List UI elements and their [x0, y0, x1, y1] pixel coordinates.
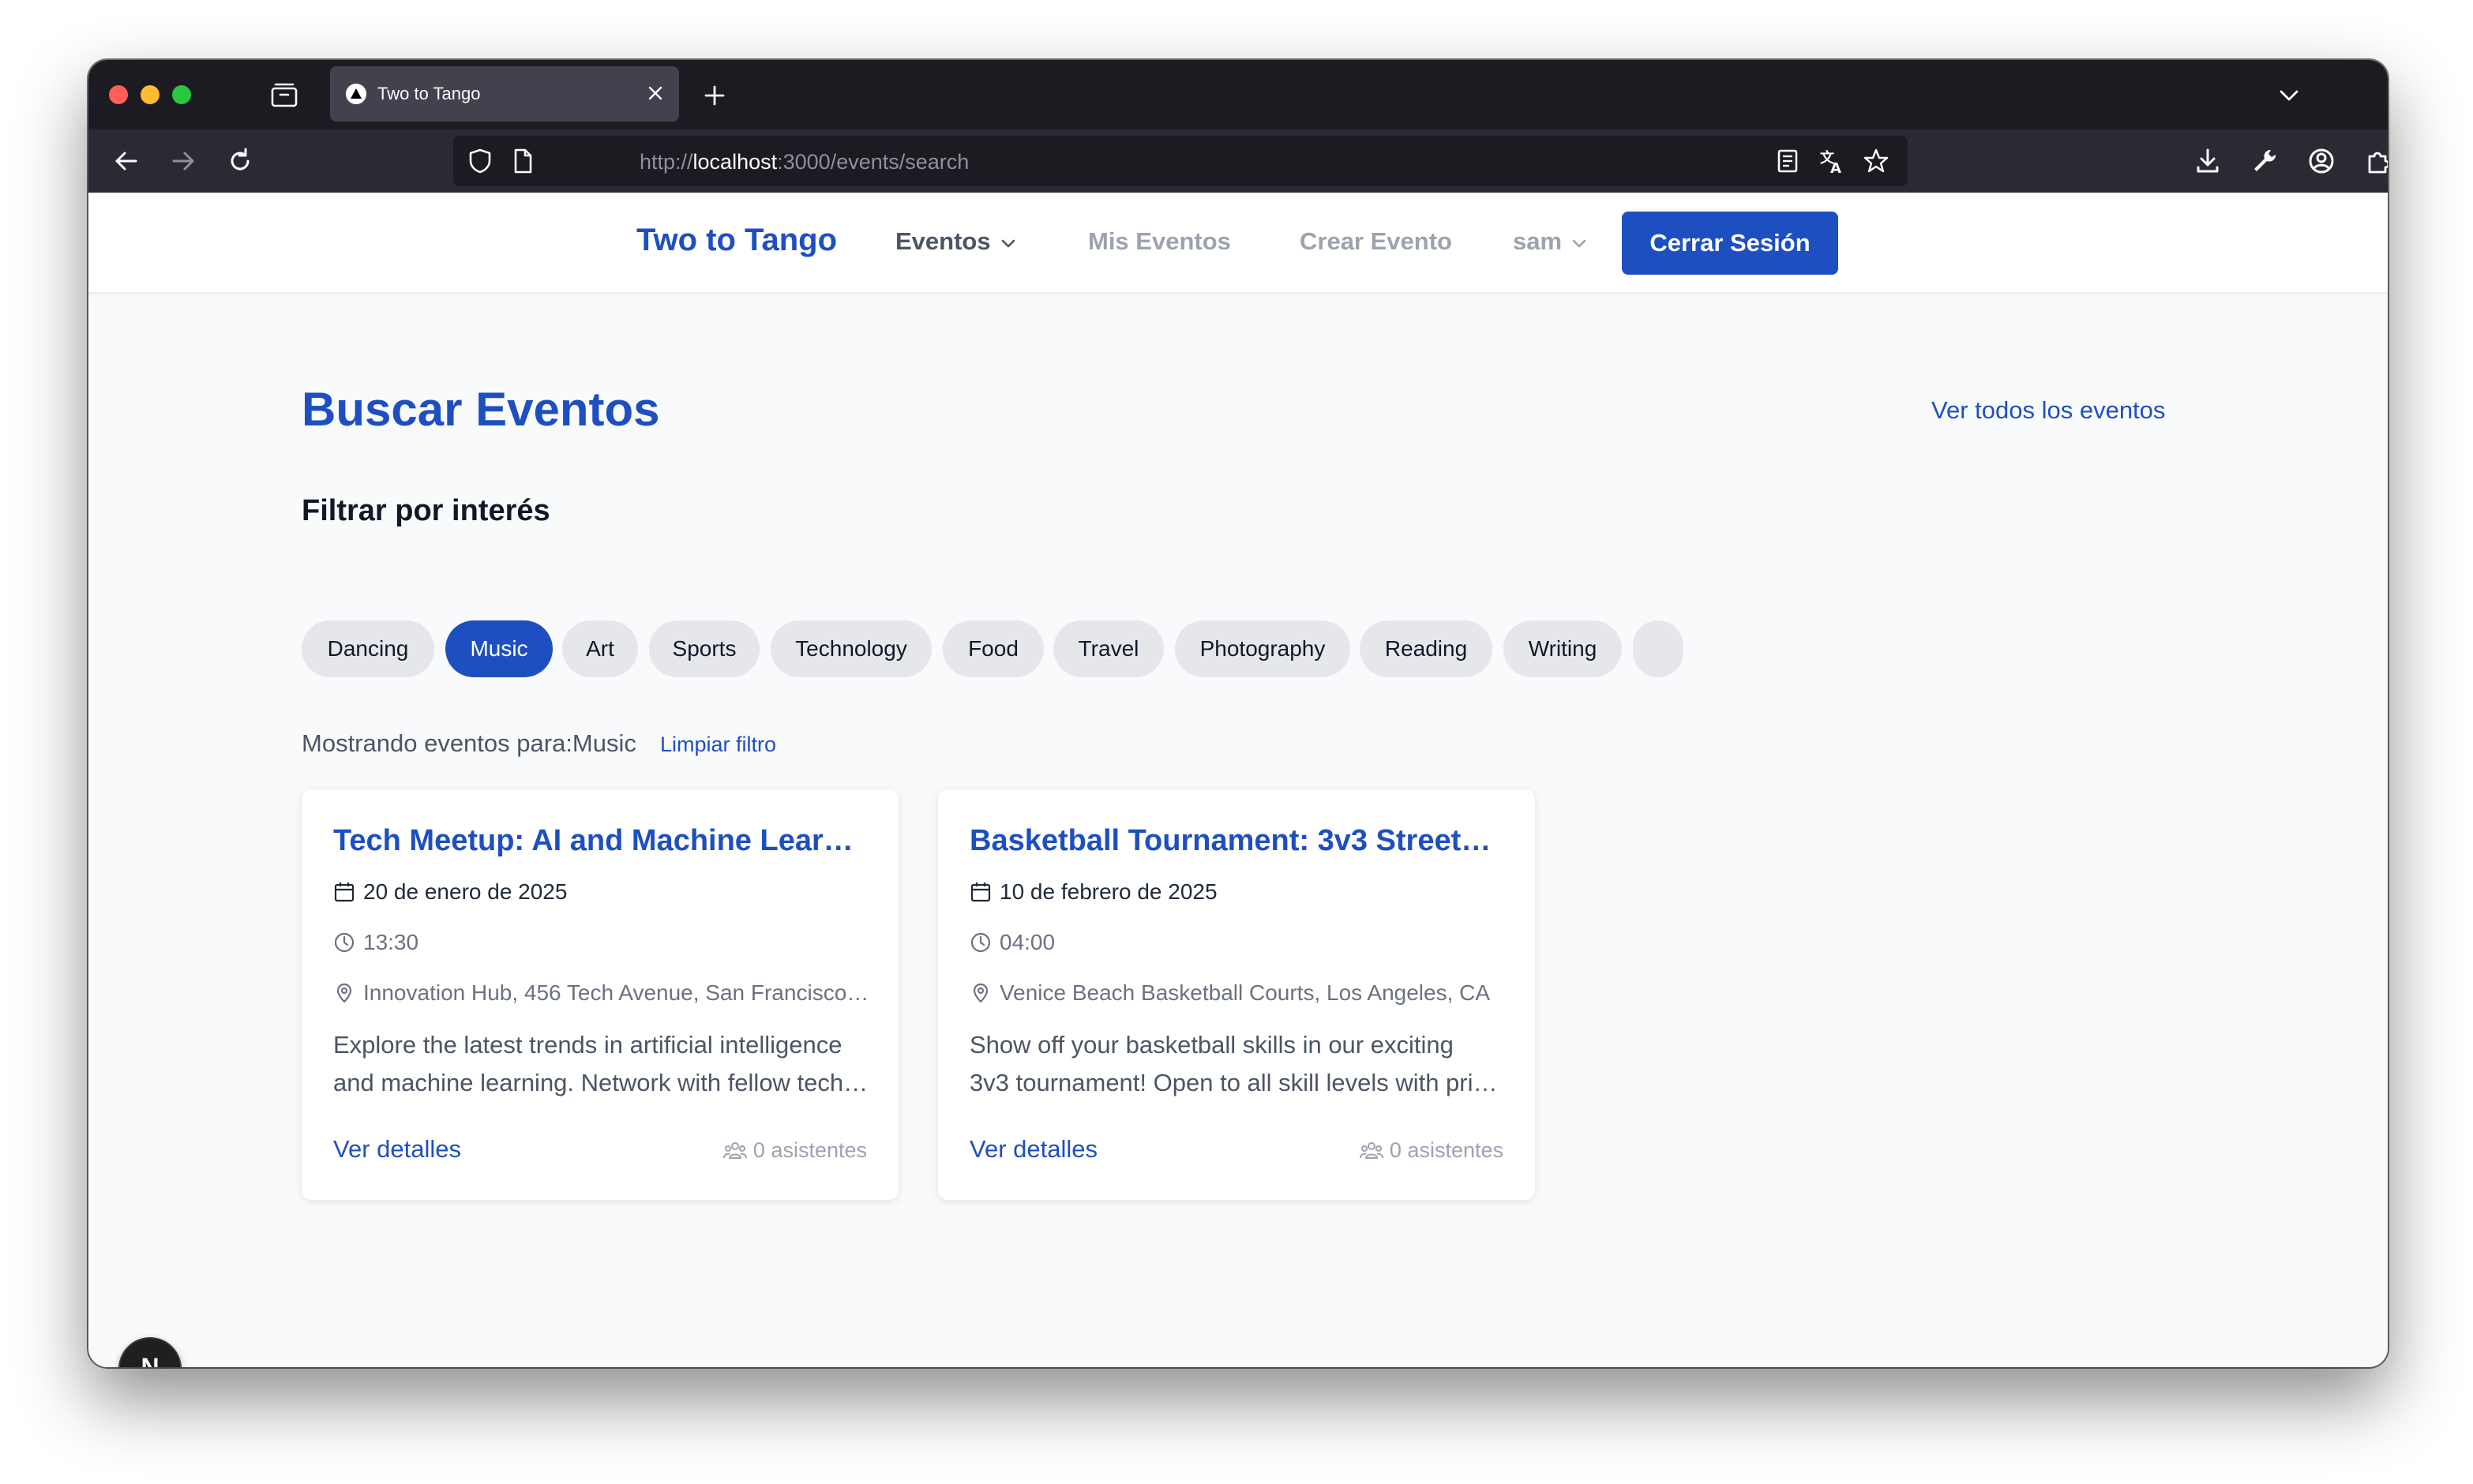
chip-music[interactable]: Music — [445, 620, 553, 677]
translate-icon[interactable]: 文 A — [1818, 147, 1846, 175]
event-date: 20 de enero de 2025 — [333, 879, 567, 905]
event-location: Venice Beach Basketball Courts, Los Ange… — [970, 980, 1507, 1006]
browser-window: Two to Tango http://localhost:3000/event… — [88, 60, 2388, 1367]
filter-status-text: Mostrando eventos para:Music — [302, 729, 636, 757]
event-date-text: 20 de enero de 2025 — [363, 879, 568, 904]
calendar-icon — [970, 882, 991, 901]
browser-titlebar: Two to Tango — [88, 60, 2388, 129]
event-location: Innovation Hub, 456 Tech Avenue, San Fra… — [333, 980, 870, 1006]
event-date: 10 de febrero de 2025 — [970, 879, 1218, 905]
event-title-link[interactable]: Basketball Tournament: 3v3 Streetball — [970, 824, 1507, 858]
clear-filter-link[interactable]: Limpiar filtro — [660, 733, 776, 757]
brand-logo-link[interactable]: Two to Tango — [636, 223, 837, 258]
event-card: Basketball Tournament: 3v3 Streetball 10… — [938, 789, 1535, 1200]
close-window-button[interactable] — [109, 85, 128, 104]
attendee-count: 0 asistentes — [1359, 1138, 1503, 1163]
event-time: 13:30 — [333, 930, 418, 955]
nav-events-label: Eventos — [895, 227, 991, 255]
url-text[interactable]: http://localhost:3000/events/search — [640, 150, 969, 174]
tab-manager-icon[interactable] — [270, 82, 298, 109]
logout-button[interactable]: Cerrar Sesión — [1622, 212, 1838, 275]
reader-view-icon[interactable] — [1773, 147, 1802, 175]
event-description-line: Explore the latest trends in artificial … — [333, 1031, 842, 1059]
users-icon — [722, 1141, 747, 1159]
event-description-line: and machine learning. Network with fello… — [333, 1069, 870, 1096]
chip-travel[interactable]: Travel — [1053, 620, 1164, 677]
view-details-link[interactable]: Ver detalles — [970, 1135, 1098, 1164]
chip-food[interactable]: Food — [943, 620, 1044, 677]
map-pin-icon — [973, 983, 989, 1003]
attendee-count-text: 0 asistentes — [1389, 1138, 1503, 1162]
chip-reading[interactable]: Reading — [1360, 620, 1492, 677]
event-time-text: 04:00 — [1000, 930, 1056, 954]
wrench-icon[interactable] — [2249, 145, 2280, 177]
attendee-count-text: 0 asistentes — [752, 1138, 867, 1162]
chip-dancing[interactable]: Dancing — [302, 620, 434, 677]
shield-icon[interactable] — [466, 147, 494, 175]
view-all-events-link[interactable]: Ver todos los eventos — [1931, 396, 2165, 425]
event-location-text: Venice Beach Basketball Courts, Los Ange… — [1000, 980, 1491, 1005]
chevron-down-icon — [1572, 239, 1586, 248]
clock-icon — [334, 932, 355, 952]
event-description: Show off your basketball skills in our e… — [970, 1026, 1507, 1102]
chip-unlabeled[interactable] — [1633, 620, 1683, 677]
page-title: Buscar Eventos — [302, 383, 660, 436]
bookmark-star-icon[interactable] — [1862, 147, 1890, 175]
downloads-icon[interactable] — [2192, 145, 2223, 177]
nextjs-devtools-button[interactable]: N — [118, 1337, 182, 1367]
minimize-window-button[interactable] — [141, 85, 159, 104]
nav-my-events-link[interactable]: Mis Eventos — [1088, 227, 1231, 256]
event-location-text: Innovation Hub, 456 Tech Avenue, San Fra… — [363, 980, 870, 1005]
chip-art[interactable]: Art — [562, 620, 638, 677]
new-tab-icon[interactable] — [703, 84, 726, 107]
close-tab-icon[interactable] — [646, 84, 665, 103]
web-page: Two to Tango Eventos Mis Eventos Crear E… — [88, 193, 2388, 1367]
event-description-line: 3v3 tournament! Open to all skill levels… — [970, 1069, 1507, 1096]
forward-arrow-icon[interactable] — [167, 145, 199, 177]
browser-tab-active[interactable]: Two to Tango — [330, 66, 679, 122]
event-card: Tech Meetup: AI and Machine Learning 20 … — [302, 789, 899, 1200]
url-scheme: http:// — [640, 150, 693, 174]
list-all-tabs-chevron-icon[interactable] — [2277, 84, 2301, 107]
page-info-icon[interactable] — [508, 147, 537, 175]
svg-text:A: A — [1830, 160, 1841, 175]
nav-events-dropdown[interactable]: Eventos — [895, 227, 1018, 256]
nextjs-logo-icon: N — [141, 1353, 159, 1367]
user-name: sam — [1513, 227, 1563, 255]
calendar-icon — [334, 882, 355, 901]
event-time-text: 13:30 — [363, 930, 419, 954]
url-path: :3000/events/search — [777, 150, 970, 174]
user-menu-dropdown[interactable]: sam — [1513, 227, 1589, 256]
view-details-link[interactable]: Ver detalles — [333, 1135, 461, 1164]
chevron-down-icon — [1001, 239, 1015, 248]
back-arrow-icon[interactable] — [111, 145, 142, 177]
users-icon — [1359, 1141, 1383, 1159]
chip-writing[interactable]: Writing — [1503, 620, 1622, 677]
attendee-count: 0 asistentes — [722, 1138, 867, 1163]
reload-icon[interactable] — [224, 145, 256, 177]
map-pin-icon — [336, 983, 352, 1003]
chip-technology[interactable]: Technology — [771, 620, 932, 677]
maximize-window-button[interactable] — [172, 85, 191, 104]
event-description: Explore the latest trends in artificial … — [333, 1026, 870, 1102]
address-bar[interactable]: http://localhost:3000/events/search 文 A — [453, 136, 1908, 186]
tab-title: Two to Tango — [377, 84, 481, 103]
nav-create-event-link[interactable]: Crear Evento — [1300, 227, 1452, 256]
filter-heading: Filtrar por interés — [302, 494, 550, 527]
extensions-icon[interactable] — [2362, 145, 2388, 177]
event-description-line: Show off your basketball skills in our e… — [970, 1031, 1454, 1059]
chip-sports[interactable]: Sports — [649, 620, 760, 677]
site-favicon-icon — [346, 84, 366, 104]
app-header: Two to Tango Eventos Mis Eventos Crear E… — [88, 193, 2388, 292]
clock-icon — [970, 932, 991, 952]
event-time: 04:00 — [970, 930, 1055, 955]
account-icon[interactable] — [2306, 145, 2337, 177]
event-date-text: 10 de febrero de 2025 — [1000, 879, 1218, 904]
browser-toolbar: http://localhost:3000/events/search 文 A — [88, 129, 2388, 193]
event-title-link[interactable]: Tech Meetup: AI and Machine Learning — [333, 824, 870, 858]
chip-photography[interactable]: Photography — [1175, 620, 1350, 677]
url-host: localhost — [692, 150, 778, 174]
